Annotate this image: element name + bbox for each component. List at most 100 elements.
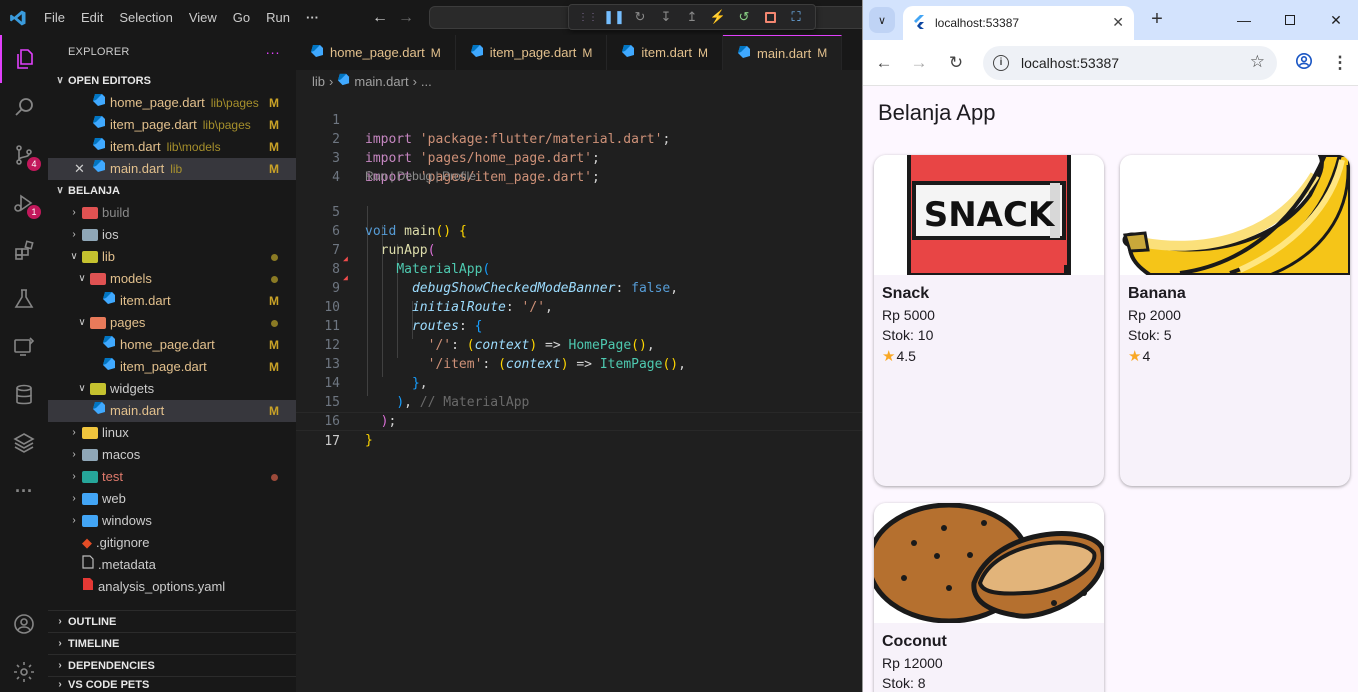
maximize-icon[interactable] [1267, 0, 1313, 40]
app-title: Belanja App [878, 100, 996, 125]
breadcrumb-file[interactable]: main.dart [354, 74, 408, 89]
breadcrumb: lib › main.dart › ... [296, 70, 862, 92]
tree-folder-pages[interactable]: ∨ pages [48, 312, 296, 334]
remote-explorer-icon[interactable] [0, 323, 48, 371]
tree-folder-lib[interactable]: ∨ lib [48, 246, 296, 268]
timeline-header[interactable]: › TIMELINE [48, 632, 296, 654]
code-line: 11 '/': (context) => HomePage(), [296, 298, 862, 353]
open-editor-item-active[interactable]: ✕ main.dart lib M [48, 158, 296, 180]
tree-folder-test[interactable]: › test [48, 466, 296, 488]
more-views-icon[interactable]: ··· [0, 467, 48, 515]
open-editor-item[interactable]: item_page.dart lib\pages M [48, 114, 296, 136]
address-bar[interactable]: i localhost:53387 ☆ [983, 46, 1277, 80]
tab-item[interactable]: item.dart M [607, 35, 723, 70]
new-tab-icon[interactable]: + [1145, 8, 1169, 31]
restart-icon[interactable]: ↺ [731, 5, 757, 29]
close-icon[interactable]: ✕ [74, 158, 92, 180]
settings-gear-icon[interactable] [0, 648, 48, 692]
stop-icon[interactable] [757, 5, 783, 29]
back-arrow-icon[interactable]: ← [873, 52, 895, 74]
extensions-icon[interactable] [0, 227, 48, 275]
browser-menu-icon[interactable]: ⋮ [1329, 52, 1351, 74]
testing-icon[interactable] [0, 275, 48, 323]
code-editor[interactable]: ◢ ◢ 1 import 'package:flutter/material.d… [296, 92, 862, 692]
explorer-more-icon[interactable]: ··· [265, 35, 280, 70]
tree-folder-widgets[interactable]: ∨ widgets [48, 378, 296, 400]
chevron-right-icon: › [72, 471, 76, 482]
code-line: 14 ), // MaterialApp [296, 355, 862, 410]
layers-icon[interactable] [0, 419, 48, 467]
tree-folder-linux[interactable]: › linux [48, 422, 296, 444]
step-over-icon[interactable]: ↻ [627, 5, 653, 29]
run-debug-icon[interactable]: 1 [0, 179, 48, 227]
close-window-icon[interactable]: ✕ [1313, 0, 1358, 40]
menu-selection[interactable]: Selection [111, 0, 180, 35]
open-editors-header[interactable]: ∨ OPEN EDITORS [48, 70, 296, 92]
folder-icon [82, 471, 98, 483]
chevron-down-icon: ∨ [78, 317, 86, 328]
project-header[interactable]: ∨ BELANJA [48, 180, 296, 202]
tree-folder-windows[interactable]: › windows [48, 510, 296, 532]
tree-file-main[interactable]: main.dart M [48, 400, 296, 422]
tree-file-metadata[interactable]: .metadata [48, 554, 296, 576]
profile-icon[interactable] [1293, 52, 1315, 74]
menu-file[interactable]: File [36, 0, 73, 35]
tree-folder-models[interactable]: ∨ models [48, 268, 296, 290]
tab-home-page[interactable]: home_page.dart M [296, 35, 456, 70]
hot-reload-icon[interactable]: ⚡ [705, 5, 731, 29]
drag-handle-icon[interactable]: ⋮⋮ [575, 5, 601, 29]
modified-mark: M [817, 46, 828, 60]
tree-folder-macos[interactable]: › macos [48, 444, 296, 466]
back-arrow-icon[interactable]: ← [367, 9, 393, 27]
tree-folder-ios[interactable]: › ios [48, 224, 296, 246]
open-editor-item[interactable]: home_page.dart lib\pages M [48, 92, 296, 114]
browser-toolbar: ← → ↻ i localhost:53387 ☆ ⋮ [863, 40, 1358, 86]
run-debug-profile-codelens[interactable]: Run | Debug | Profile [365, 169, 476, 183]
reload-icon[interactable]: ↻ [945, 52, 967, 74]
bookmark-star-icon[interactable]: ☆ [1250, 52, 1265, 72]
tab-search-chevron-icon[interactable]: ∨ [869, 7, 895, 33]
browser-tab[interactable]: localhost:53387 ✕ [903, 6, 1134, 40]
rating-value: 4 [1142, 348, 1151, 364]
tree-folder-web[interactable]: › web [48, 488, 296, 510]
product-card-coconut[interactable]: Coconut Rp 12000 Stok: 8 [874, 503, 1104, 692]
breadcrumb-folder[interactable]: lib [312, 74, 325, 89]
product-card-banana[interactable]: Banana Rp 2000 Stok: 5 ★ 4 [1120, 155, 1350, 486]
minimize-icon[interactable]: — [1221, 0, 1267, 40]
step-into-icon[interactable]: ↧ [653, 5, 679, 29]
forward-arrow-icon[interactable]: → [393, 9, 419, 27]
tree-label: build [102, 205, 130, 220]
menu-go[interactable]: Go [225, 0, 258, 35]
menu-view[interactable]: View [181, 0, 225, 35]
tree-file-home-page[interactable]: home_page.dart M [48, 334, 296, 356]
accounts-icon[interactable] [0, 600, 48, 648]
site-info-icon[interactable]: i [993, 55, 1009, 71]
explorer-icon[interactable] [0, 35, 48, 83]
tree-folder-build[interactable]: › build [48, 202, 296, 224]
coconut-image [874, 503, 1104, 623]
vscode-pets-header[interactable]: › VS CODE PETS [48, 676, 296, 692]
tree-file-analysis-options[interactable]: analysis_options.yaml [48, 576, 296, 598]
outline-header[interactable]: › OUTLINE [48, 610, 296, 632]
menu-edit[interactable]: Edit [73, 0, 111, 35]
source-control-icon[interactable]: 4 [0, 131, 48, 179]
folder-icon [82, 449, 98, 461]
menu-more[interactable]: ··· [298, 0, 327, 35]
menu-run[interactable]: Run [258, 0, 298, 35]
breadcrumb-more[interactable]: ... [421, 74, 432, 89]
close-tab-icon[interactable]: ✕ [1112, 14, 1124, 31]
search-icon[interactable] [0, 83, 48, 131]
step-out-icon[interactable]: ↥ [679, 5, 705, 29]
tab-item-page[interactable]: item_page.dart M [456, 35, 608, 70]
pause-icon[interactable]: ❚❚ [601, 5, 627, 29]
database-icon[interactable] [0, 371, 48, 419]
dependencies-header[interactable]: › DEPENDENCIES [48, 654, 296, 676]
open-editor-item[interactable]: item.dart lib\models M [48, 136, 296, 158]
tree-file-gitignore[interactable]: ◆ .gitignore [48, 532, 296, 554]
tab-main[interactable]: main.dart M [723, 35, 843, 70]
devtools-icon[interactable]: ⛶ [783, 5, 809, 29]
tree-file-item[interactable]: item.dart M [48, 290, 296, 312]
product-card-snack[interactable]: SNACK Snack Rp 5000 Stok: 10 ★ 4.5 [874, 155, 1104, 486]
forward-arrow-icon[interactable]: → [908, 52, 930, 74]
tree-file-item-page[interactable]: item_page.dart M [48, 356, 296, 378]
